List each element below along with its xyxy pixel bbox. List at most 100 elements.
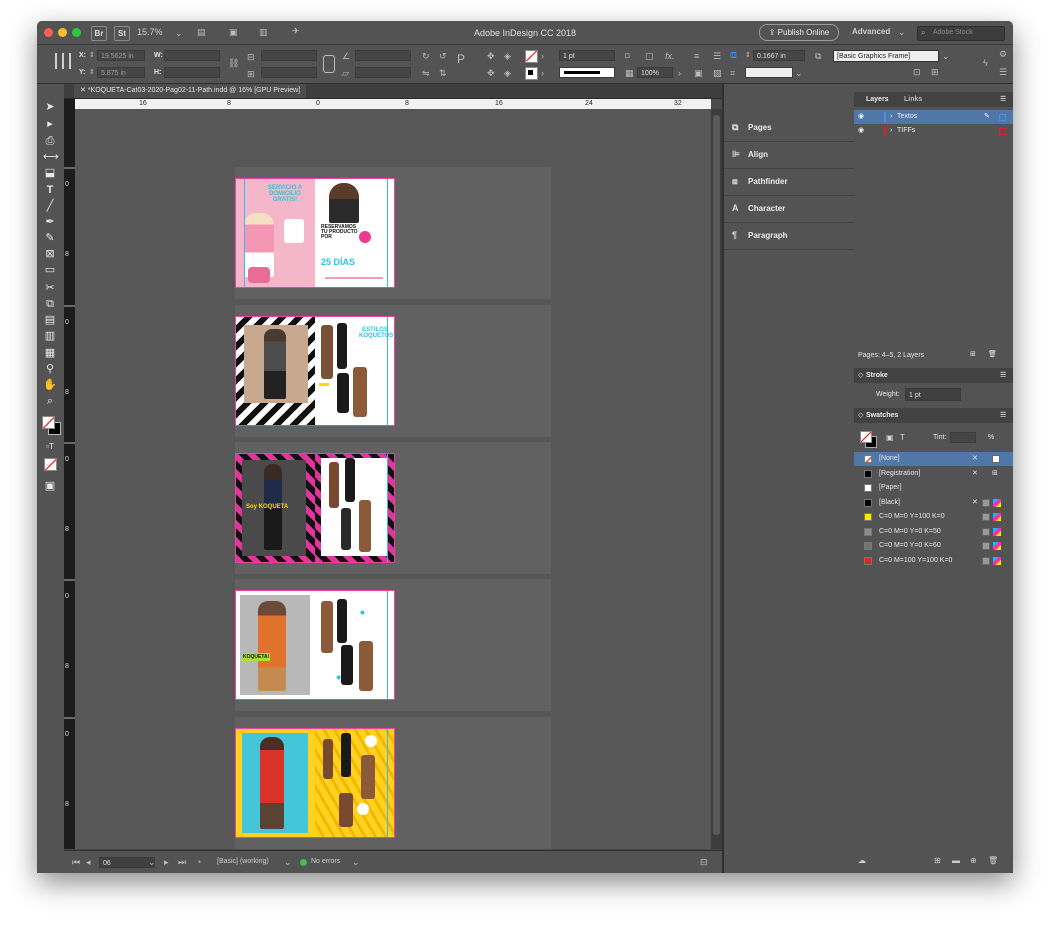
wrap-around-icon[interactable]: ▧ xyxy=(713,68,722,78)
swatch-row[interactable]: C=0 M=0 Y=100 K=0 xyxy=(854,510,1013,524)
links-tab[interactable]: Links xyxy=(904,96,922,103)
next-object-icon[interactable]: ◈ xyxy=(504,68,511,78)
scissors-tool-icon[interactable]: ✂ xyxy=(43,281,57,295)
clear-overrides-icon[interactable]: ⊡ xyxy=(913,67,921,77)
page-right[interactable] xyxy=(315,454,394,562)
apply-none-icon[interactable] xyxy=(44,458,57,471)
page-left[interactable]: KOQUETA! xyxy=(236,591,315,699)
spread-5[interactable] xyxy=(235,728,395,838)
swatch-views-icon[interactable]: ☁ xyxy=(858,856,866,865)
free-transform-tool-icon[interactable]: ⧉ xyxy=(43,297,57,311)
preflight-profile[interactable]: [Basic] (working) xyxy=(217,858,269,865)
scale-percent-field[interactable]: 100% xyxy=(637,67,673,78)
text-wrap-icon[interactable]: ⧈ xyxy=(730,49,742,61)
page-left[interactable]: SERVICIO A DOMICILIO GRATIS! xyxy=(236,179,315,287)
gradient-swatch-tool-icon[interactable]: ▤ xyxy=(43,313,57,327)
ruler-corner[interactable] xyxy=(64,99,75,109)
spread-3[interactable]: Soy KOQUETA xyxy=(235,453,395,563)
x-field[interactable]: 19.5625 in xyxy=(97,50,145,61)
pen-tool-icon[interactable]: ✒ xyxy=(43,215,57,229)
chevron-right-icon[interactable]: › xyxy=(541,68,544,78)
chevron-down-icon[interactable]: ⌄ xyxy=(795,68,803,78)
gap-tool-icon[interactable]: ⟷ xyxy=(43,150,59,164)
layer-select-icon[interactable] xyxy=(999,114,1006,121)
swatch-row[interactable]: [None] ✕ xyxy=(854,452,1013,466)
page-right[interactable]: RESERVAMOS TU PRODUCTO POR 25 DÍAS xyxy=(315,179,394,287)
pencil-tool-icon[interactable]: ✎ xyxy=(43,231,57,245)
swatch-row[interactable]: C=0 M=0 Y=0 K=50 xyxy=(854,525,1013,539)
fill-stroke-swatch-icon[interactable] xyxy=(40,414,62,436)
vertical-ruler[interactable]: 0 8 0 8 0 8 0 8 0 8 xyxy=(64,109,75,849)
first-page-icon[interactable]: ⏮ xyxy=(72,857,80,867)
collapse-icon[interactable]: ◇ xyxy=(858,371,863,379)
paragraph-panel-tab[interactable]: ¶ Paragraph xyxy=(724,222,854,250)
quick-apply-icon[interactable]: ϟ xyxy=(983,58,988,68)
page-left[interactable]: Soy KOQUETA xyxy=(236,454,315,562)
panel-menu-icon[interactable]: ☰ xyxy=(1000,95,1006,103)
rotate-field[interactable] xyxy=(355,50,411,61)
page-right[interactable] xyxy=(315,591,394,699)
select-content-icon[interactable]: ✥ xyxy=(487,68,495,78)
select-container-icon[interactable]: ✥ xyxy=(487,51,495,61)
folder-icon[interactable]: ▬ xyxy=(952,856,960,865)
page-tool-icon[interactable]: ⎙ xyxy=(43,134,57,148)
stroke-weight-input[interactable]: 1 pt xyxy=(905,388,961,401)
chevron-down-icon[interactable]: ⌄ xyxy=(148,857,156,867)
panel-menu-icon[interactable]: ☰ xyxy=(1000,371,1006,379)
trash-icon[interactable]: 🗑 xyxy=(988,350,997,358)
trash-icon[interactable]: 🗑 xyxy=(988,856,998,865)
workspace-switcher[interactable]: Advanced xyxy=(852,27,890,36)
spread-1[interactable]: SERVICIO A DOMICILIO GRATIS! RESERVAMOS … xyxy=(235,178,395,288)
shear-field[interactable] xyxy=(355,67,411,78)
y-field[interactable]: 5.875 in xyxy=(97,67,145,78)
layer-row[interactable]: ◉ › Textos ✎ xyxy=(854,110,1013,124)
layers-tab[interactable]: Layers xyxy=(866,96,889,103)
stroke-type-select[interactable] xyxy=(559,67,615,78)
chevron-down-icon[interactable]: ⌄ xyxy=(284,857,292,867)
rectangle-tool-icon[interactable]: ▭ xyxy=(43,263,57,277)
publish-online-button[interactable]: ⇪ Publish Online xyxy=(759,24,839,41)
container-icon[interactable]: ▣ xyxy=(886,433,894,442)
chevron-right-icon[interactable]: › xyxy=(678,68,681,78)
panel-menu-icon[interactable]: ☰ xyxy=(1000,411,1006,419)
swatch-row[interactable]: [Black] ✕ xyxy=(854,496,1013,510)
next-page-icon[interactable]: ▸ xyxy=(164,857,169,867)
expand-chevron-icon[interactable]: › xyxy=(890,124,892,138)
flip-horizontal-icon[interactable]: ⇋ xyxy=(422,68,430,78)
new-layer-icon[interactable]: ⊞ xyxy=(970,350,976,358)
width-field[interactable] xyxy=(164,50,220,61)
horizontal-ruler[interactable]: 16 8 0 8 16 24 32 xyxy=(75,99,711,109)
height-field[interactable] xyxy=(164,67,220,78)
rectangle-frame-tool-icon[interactable]: ⊠ xyxy=(43,247,57,261)
panel-menu-icon[interactable]: ☰ xyxy=(999,67,1007,77)
pathfinder-panel-tab[interactable]: ⧈ Pathfinder xyxy=(724,168,854,196)
page-left[interactable] xyxy=(236,729,315,837)
align-left-icon[interactable]: ≡ xyxy=(694,51,699,61)
link-icon[interactable] xyxy=(323,55,335,73)
character-panel-tab[interactable]: A Character xyxy=(724,195,854,223)
prev-object-icon[interactable]: ◈ xyxy=(504,51,511,61)
formatting-container-icon[interactable]: ▫T xyxy=(43,440,57,454)
adobe-stock-search-input[interactable]: ⌕ Adobe Stock xyxy=(917,26,1005,41)
fill-swatch[interactable] xyxy=(525,50,538,63)
error-status[interactable]: No errors xyxy=(311,858,340,865)
drop-shadow-icon[interactable]: ▢ xyxy=(645,51,654,61)
line-tool-icon[interactable]: ╱ xyxy=(43,199,57,213)
scroll-thumb[interactable] xyxy=(713,115,720,835)
spread-2[interactable]: ESTILOS KOQUETOS xyxy=(235,316,395,426)
chevron-right-icon[interactable]: › xyxy=(541,51,544,61)
fill-stroke-swatch-icon[interactable] xyxy=(859,430,877,448)
visibility-eye-icon[interactable]: ◉ xyxy=(858,124,864,138)
page-number-field[interactable]: 06 xyxy=(99,857,155,868)
stepper-icon[interactable]: ⇕ xyxy=(89,68,95,78)
expand-chevron-icon[interactable]: › xyxy=(890,110,892,124)
align-panel-tab[interactable]: ⊫ Align xyxy=(724,141,854,169)
document-tab[interactable]: ✕ *KOQUETA-Cat03-2020-Pag02-11-Path.indd… xyxy=(74,84,307,98)
text-icon[interactable]: T xyxy=(900,433,905,442)
page-right[interactable]: ESTILOS KOQUETOS xyxy=(315,317,394,425)
scale-x-field[interactable] xyxy=(261,50,317,61)
redefine-style-icon[interactable]: ⊞ xyxy=(931,67,939,77)
swatch-row[interactable]: C=0 M=0 Y=0 K=60 xyxy=(854,539,1013,553)
wrap-icon[interactable]: ▣ xyxy=(694,68,703,78)
chevron-down-icon[interactable]: ⌄ xyxy=(352,857,360,867)
